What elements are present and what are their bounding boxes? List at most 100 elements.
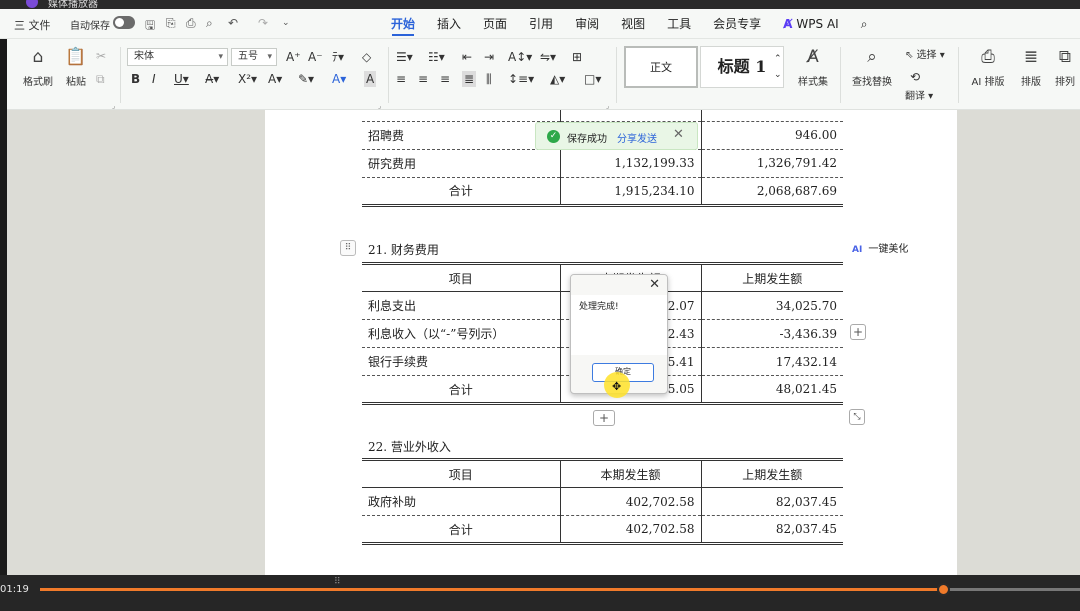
bold-icon[interactable]: B	[131, 71, 140, 87]
font-color-icon[interactable]: A▾	[332, 71, 346, 87]
ai-beautify-button[interactable]: AI 一键美化	[852, 240, 908, 255]
clear-format-icon[interactable]: ◇	[362, 49, 371, 65]
distribute-icon[interactable]: ⫼	[486, 71, 492, 87]
justify-icon[interactable]: ≣	[462, 71, 477, 87]
shading-icon[interactable]: ◭▾	[550, 71, 565, 87]
increase-indent-icon[interactable]: ⇥	[484, 49, 494, 65]
column-header: 上期发生额	[701, 263, 843, 292]
tab-review[interactable]: 审阅	[564, 9, 610, 39]
superscript-icon[interactable]: X²▾	[238, 71, 257, 87]
customize-icon[interactable]: ⌄	[282, 18, 290, 28]
autosave-toggle[interactable]	[113, 16, 135, 29]
layout-button[interactable]: ≣ 排版	[1012, 47, 1050, 88]
move-cursor-icon: ✥	[612, 380, 622, 393]
table-row: 合计 1,915,234.10 2,068,687.69	[362, 177, 843, 207]
tab-member[interactable]: 会员专享	[702, 9, 772, 39]
find-icon: ⌕	[867, 47, 877, 67]
tab-wps-ai[interactable]: Ⱥ WPS AI	[772, 9, 850, 39]
table-cell: 2,068,687.69	[701, 177, 843, 207]
italic-icon[interactable]: I	[152, 71, 156, 87]
ai-icon: AI	[852, 245, 863, 255]
close-icon[interactable]: ✕	[649, 277, 660, 292]
arrange-button[interactable]: ⧉ 排列	[1048, 47, 1080, 88]
redo-icon[interactable]: ↷	[258, 16, 268, 30]
table-row: 政府补助 402,702.58 82,037.45	[362, 487, 843, 516]
undo-icon[interactable]: ↶	[228, 16, 238, 30]
add-column-icon[interactable]: +	[850, 324, 866, 340]
table-cell: 946.00	[701, 121, 843, 150]
seek-bar[interactable]	[40, 588, 1080, 591]
arrange-icon: ⧉	[1058, 47, 1072, 67]
file-menu[interactable]: 三 文件	[14, 17, 51, 33]
left-edge	[0, 39, 7, 575]
tab-home[interactable]: 开始	[380, 9, 426, 39]
drag-handle-icon[interactable]: ⠿	[334, 577, 341, 587]
strikethrough-icon[interactable]: A̶▾	[205, 71, 219, 87]
font-size-combo[interactable]: 五号 ▾	[231, 48, 277, 66]
layout-icon: ≣	[1023, 47, 1039, 67]
paragraph-handle-icon[interactable]: ⠿	[340, 240, 356, 256]
save-icon[interactable]: 🖫	[145, 16, 155, 37]
table-cell: 402,702.58	[560, 515, 702, 545]
table-row: 合计 402,702.58 82,037.45	[362, 515, 843, 545]
share-link[interactable]: 分享发送	[617, 130, 657, 145]
copy-icon[interactable]: ⧉	[96, 71, 105, 87]
paste-button[interactable]: 📋 粘贴	[54, 47, 98, 88]
underline-icon[interactable]: U▾	[174, 71, 189, 87]
export-icon[interactable]: ⎘	[166, 16, 176, 31]
print-preview-icon[interactable]: ⌕	[206, 16, 213, 31]
align-center-icon[interactable]: ≡	[418, 71, 428, 87]
line-spacing-icon[interactable]: ↕≡▾	[508, 71, 534, 87]
select-label: 选择	[916, 50, 937, 61]
table-cell: 合计	[362, 177, 561, 207]
translate-button[interactable]: 翻译 ▾	[905, 91, 933, 103]
shrink-font-icon[interactable]: A⁻	[308, 49, 323, 65]
font-name-combo[interactable]: 宋体 ▾	[127, 48, 228, 66]
add-row-icon[interactable]: +	[593, 410, 615, 426]
numbering-icon[interactable]: ☷▾	[428, 49, 445, 65]
find-replace-button[interactable]: ⌕ 查找替换	[846, 47, 898, 88]
bullets-icon[interactable]: ☰▾	[396, 49, 413, 65]
char-shading-icon[interactable]: A	[364, 71, 377, 87]
close-icon[interactable]: ✕	[673, 127, 684, 142]
tab-insert[interactable]: 插入	[426, 9, 472, 39]
tab-tools[interactable]: 工具	[656, 9, 702, 39]
borders-icon[interactable]: □▾	[584, 71, 601, 87]
cursor-arrow-icon: ⇖	[905, 50, 917, 61]
decrease-indent-icon[interactable]: ⇤	[462, 49, 472, 65]
translate-icon[interactable]: ⟲	[910, 69, 920, 85]
section-title: 21. 财务费用	[368, 243, 439, 257]
table-resize-icon[interactable]: ⤡	[849, 409, 865, 425]
dialog-message: 处理完成!	[579, 302, 619, 312]
select-button[interactable]: ⇖ 选择 ▾	[905, 48, 945, 64]
style-scroll-down-icon[interactable]: ⌄	[774, 67, 782, 83]
phonetic-icon[interactable]: ﾃ▾	[332, 49, 344, 65]
table-grid-icon[interactable]: ⊞	[572, 49, 582, 65]
print-icon[interactable]: ⎙	[186, 16, 196, 31]
style-heading-1[interactable]: 标题 1	[700, 46, 784, 88]
cut-icon[interactable]: ✂	[96, 48, 106, 64]
line-break-icon[interactable]: ⇋▾	[540, 49, 556, 65]
column-header: 上期发生额	[701, 459, 843, 488]
chevron-down-icon: ▾	[267, 52, 272, 62]
align-right-icon[interactable]: ≡	[440, 71, 450, 87]
text-effect-icon[interactable]: A▾	[268, 71, 282, 87]
paste-icon: 📋	[65, 47, 87, 67]
sort-icon[interactable]: A↕▾	[508, 49, 532, 65]
ai-layout-button[interactable]: ⎙ AI 排版	[966, 47, 1010, 88]
align-left-icon[interactable]: ≡	[396, 71, 406, 87]
style-set-button[interactable]: A̸ 样式集	[790, 47, 836, 88]
divider	[120, 47, 121, 103]
grow-font-icon[interactable]: A⁺	[286, 49, 301, 65]
style-scroll-up-icon[interactable]: ⌃	[774, 51, 782, 67]
style-normal[interactable]: 正文	[624, 46, 698, 88]
search-icon[interactable]: ⌕	[850, 9, 879, 39]
divider	[840, 47, 841, 103]
table-cell: 政府补助	[362, 487, 561, 516]
tab-references[interactable]: 引用	[518, 9, 564, 39]
tab-view[interactable]: 视图	[610, 9, 656, 39]
tab-wps-ai-label: WPS AI	[796, 17, 839, 31]
highlight-icon[interactable]: ✎▾	[298, 71, 314, 87]
seek-thumb[interactable]	[936, 583, 950, 596]
tab-page[interactable]: 页面	[472, 9, 518, 39]
